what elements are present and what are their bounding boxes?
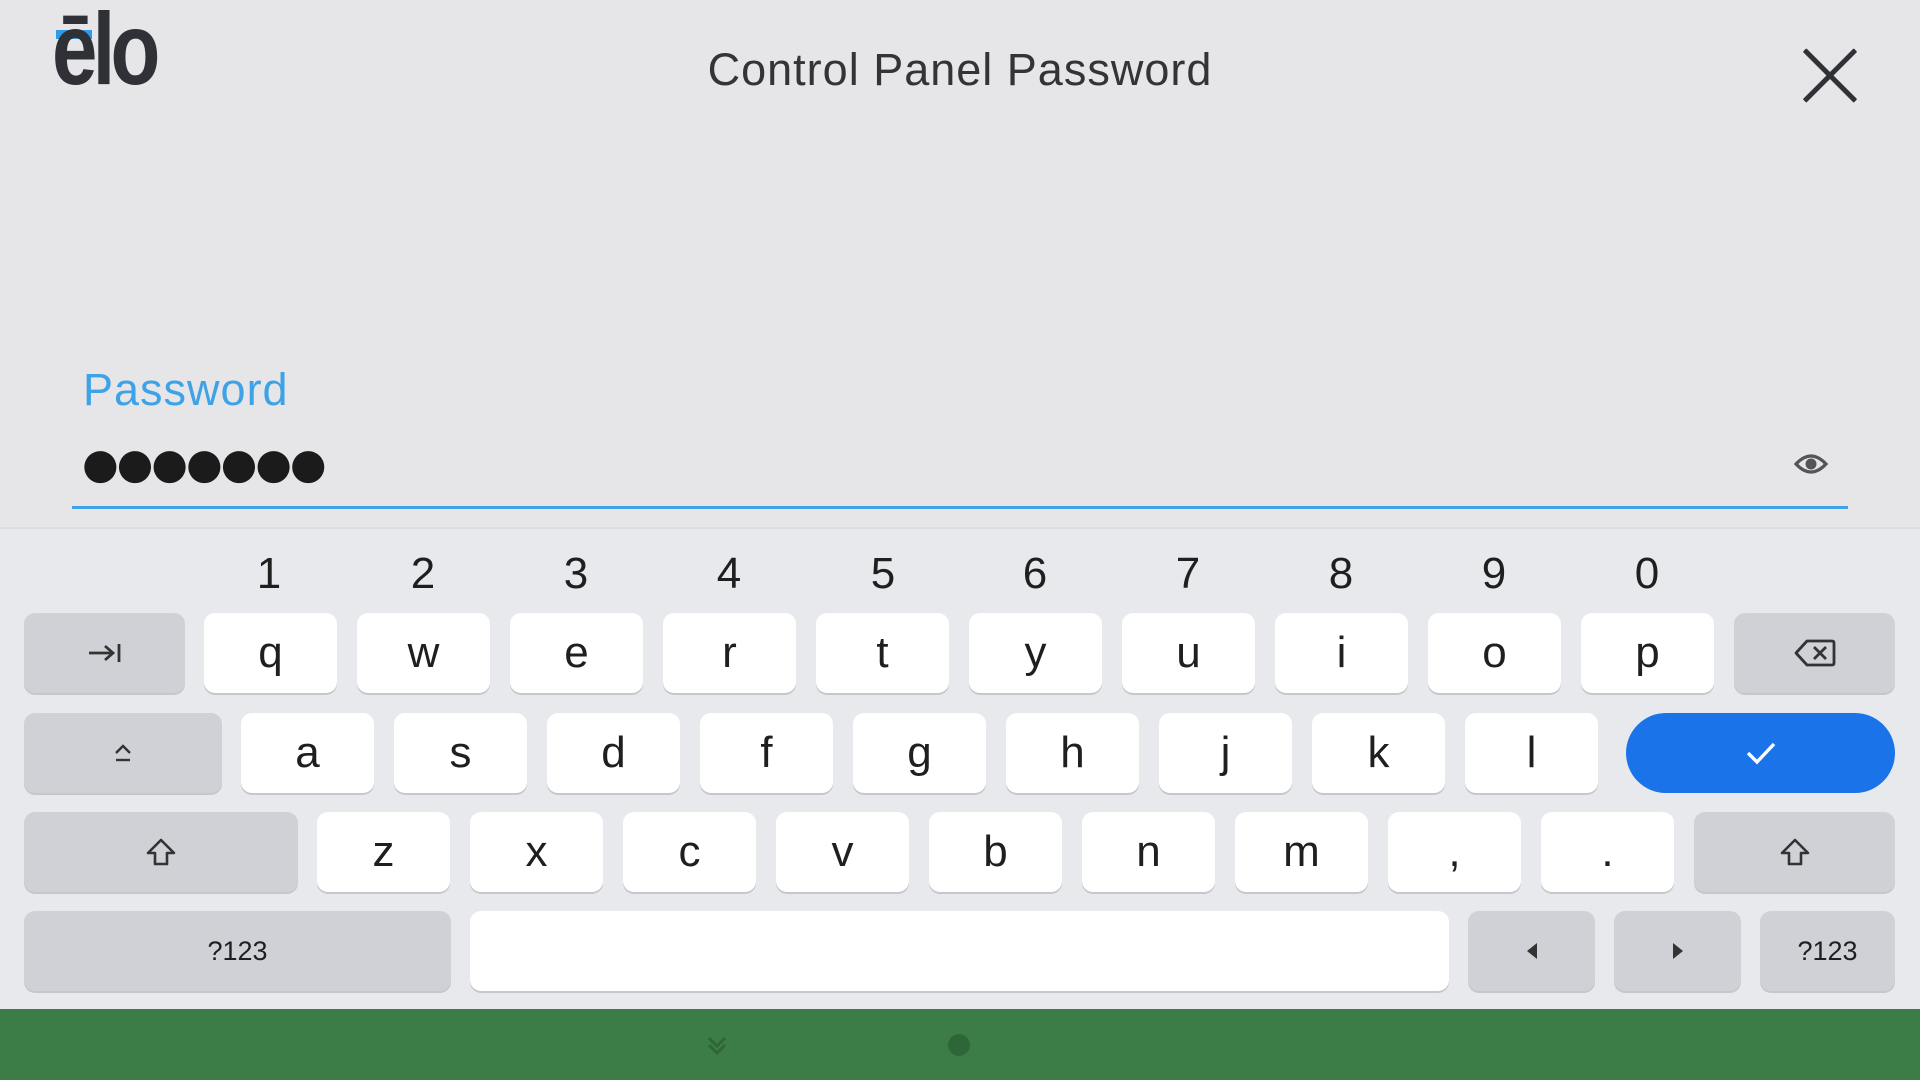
- key-a[interactable]: a: [241, 713, 374, 793]
- enter-key[interactable]: [1626, 713, 1895, 793]
- key-f[interactable]: f: [700, 713, 833, 793]
- password-input[interactable]: ●●●●●●●: [72, 436, 1848, 510]
- key-v[interactable]: v: [776, 812, 909, 892]
- system-nav-bar: [0, 1009, 1920, 1080]
- tab-key[interactable]: [24, 613, 185, 693]
- key-s[interactable]: s: [394, 713, 527, 793]
- digit-hint: 2: [410, 549, 436, 598]
- password-label: Password: [83, 364, 289, 415]
- arrow-right-key[interactable]: [1614, 911, 1741, 991]
- page-title: Control Panel Password: [707, 44, 1213, 95]
- key-o[interactable]: o: [1428, 613, 1561, 693]
- key-w[interactable]: w: [357, 613, 490, 693]
- digit-hint: 6: [1022, 549, 1048, 598]
- key-d[interactable]: d: [547, 713, 680, 793]
- digit-hint: 9: [1481, 549, 1507, 598]
- key-period[interactable]: .: [1541, 812, 1674, 892]
- key-m[interactable]: m: [1235, 812, 1368, 892]
- key-l[interactable]: l: [1465, 713, 1598, 793]
- backspace-icon: [1794, 639, 1835, 667]
- key-r[interactable]: r: [663, 613, 796, 693]
- password-underline: [72, 506, 1848, 509]
- key-b[interactable]: b: [929, 812, 1062, 892]
- arrow-right-icon: [1672, 943, 1683, 959]
- key-k[interactable]: k: [1312, 713, 1445, 793]
- digit-hint: 8: [1328, 549, 1354, 598]
- arrow-left-key[interactable]: [1468, 911, 1595, 991]
- key-z[interactable]: z: [317, 812, 450, 892]
- digit-hint: 4: [716, 549, 742, 598]
- on-screen-keyboard: 1 2 3 4 5 6 7 8 9 0 q w e r t y u i o p …: [0, 527, 1920, 1011]
- key-g[interactable]: g: [853, 713, 986, 793]
- shift-key-right[interactable]: [1694, 812, 1895, 892]
- shift-key-left[interactable]: [24, 812, 298, 892]
- backspace-key[interactable]: [1734, 613, 1895, 693]
- shift-icon: [146, 838, 176, 866]
- shift-icon: [1780, 838, 1809, 866]
- check-icon: [1746, 742, 1775, 765]
- key-e[interactable]: e: [510, 613, 643, 693]
- digit-hint: 3: [563, 549, 589, 598]
- close-icon[interactable]: [1800, 45, 1860, 105]
- nav-home-icon[interactable]: [948, 1034, 970, 1056]
- password-value: ●●●●●●●: [82, 439, 327, 488]
- digit-hint: 7: [1175, 549, 1201, 598]
- key-q[interactable]: q: [204, 613, 337, 693]
- key-j[interactable]: j: [1159, 713, 1292, 793]
- eye-icon[interactable]: [1794, 450, 1828, 478]
- key-comma[interactable]: ,: [1388, 812, 1521, 892]
- key-u[interactable]: u: [1122, 613, 1255, 693]
- key-i[interactable]: i: [1275, 613, 1408, 693]
- key-y[interactable]: y: [969, 613, 1102, 693]
- nav-down-icon[interactable]: [706, 1033, 728, 1055]
- tab-icon: [88, 644, 120, 662]
- header: ēlo Control Panel Password: [0, 0, 1920, 145]
- key-c[interactable]: c: [623, 812, 756, 892]
- key-p[interactable]: p: [1581, 613, 1714, 693]
- key-x[interactable]: x: [470, 812, 603, 892]
- arrow-left-icon: [1526, 943, 1537, 959]
- caps-lock-icon: [115, 744, 131, 762]
- digit-hint: 0: [1634, 549, 1660, 598]
- space-key[interactable]: [470, 911, 1449, 991]
- key-t[interactable]: t: [816, 613, 949, 693]
- symbols-key-left[interactable]: ?123: [24, 911, 451, 991]
- key-n[interactable]: n: [1082, 812, 1215, 892]
- digit-hint: 5: [870, 549, 896, 598]
- caps-lock-key[interactable]: [24, 713, 222, 793]
- symbols-key-right[interactable]: ?123: [1760, 911, 1895, 991]
- digit-hint: 1: [256, 549, 282, 598]
- key-h[interactable]: h: [1006, 713, 1139, 793]
